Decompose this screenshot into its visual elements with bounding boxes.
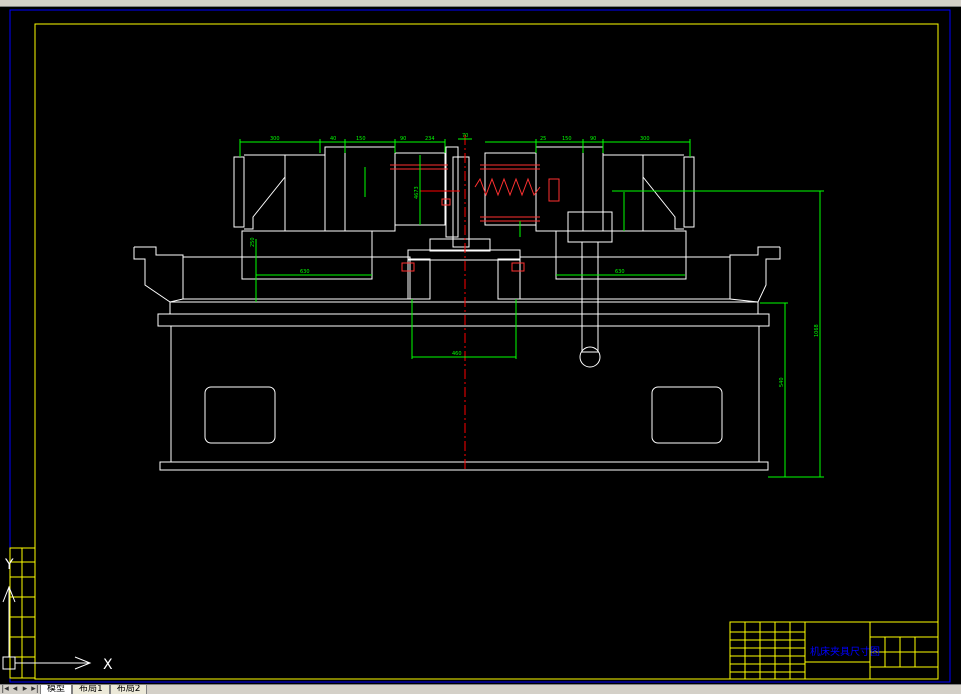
dim-text: 300 — [270, 136, 280, 142]
dim-text: 250 — [250, 237, 256, 247]
fixture-outline — [133, 146, 781, 471]
dim-text: 90 — [590, 136, 596, 142]
paper-border — [9, 9, 951, 683]
dim-text: 1068 — [814, 324, 820, 337]
revision-table — [9, 547, 36, 679]
dim-text: 630 — [615, 269, 625, 275]
dim-text: 40 — [330, 136, 336, 142]
dim-text: 90 — [400, 136, 406, 142]
dim-text: 150 — [562, 136, 572, 142]
title-block-name: 机床夹具尺寸图 — [810, 645, 880, 658]
dim-text: 25 — [540, 136, 546, 142]
cad-drawing: 300 40 150 90 234 70 25 150 90 300 630 6… — [2, 9, 951, 683]
dim-text: 70 — [462, 133, 468, 139]
dim-text: 4673 — [414, 186, 420, 199]
drawing-canvas[interactable]: 300 40 150 90 234 70 25 150 90 300 630 6… — [0, 7, 961, 684]
spring-and-rods — [390, 164, 560, 272]
dimension-texts: 300 40 150 90 234 70 25 150 90 300 630 6… — [250, 133, 820, 387]
dim-text: 150 — [356, 136, 366, 142]
ucs-x-label: X — [103, 657, 113, 673]
dim-text: 300 — [640, 136, 650, 142]
dim-text: 234 — [425, 136, 435, 142]
window-top-edge — [0, 0, 961, 7]
drawing-frame — [34, 23, 939, 680]
dim-text: 460 — [452, 351, 462, 357]
dim-text: 540 — [779, 377, 785, 387]
dim-text: 630 — [300, 269, 310, 275]
ucs-y-label: Y — [4, 557, 14, 573]
